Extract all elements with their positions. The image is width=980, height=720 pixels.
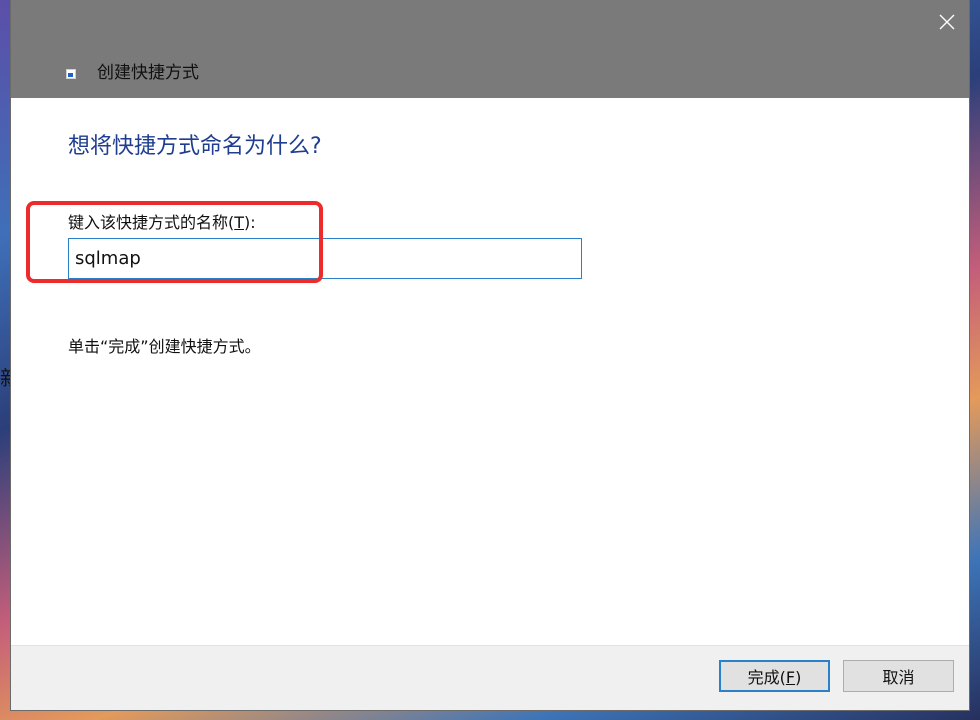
cancel-button[interactable]: 取消 xyxy=(843,660,954,692)
shortcut-name-input[interactable] xyxy=(68,238,582,279)
desktop-partial-text: 新 xyxy=(0,366,11,390)
shortcut-icon xyxy=(66,69,76,79)
finish-button[interactable]: 完成(F) xyxy=(719,660,830,692)
close-icon xyxy=(939,14,955,30)
create-shortcut-dialog: 创建快捷方式 想将快捷方式命名为什么? 键入该快捷方式的名称(T): 单击“完成… xyxy=(11,0,969,710)
close-button[interactable] xyxy=(923,0,969,44)
dialog-footer: 完成(F) 取消 xyxy=(11,645,969,710)
dialog-title: 创建快捷方式 xyxy=(97,63,199,83)
instruction-text: 单击“完成”创建快捷方式。 xyxy=(68,337,261,356)
access-key: T xyxy=(234,213,245,232)
name-field-label: 键入该快捷方式的名称(T): xyxy=(68,213,256,232)
dialog-header: 创建快捷方式 xyxy=(11,0,969,98)
page-heading: 想将快捷方式命名为什么? xyxy=(68,134,322,159)
